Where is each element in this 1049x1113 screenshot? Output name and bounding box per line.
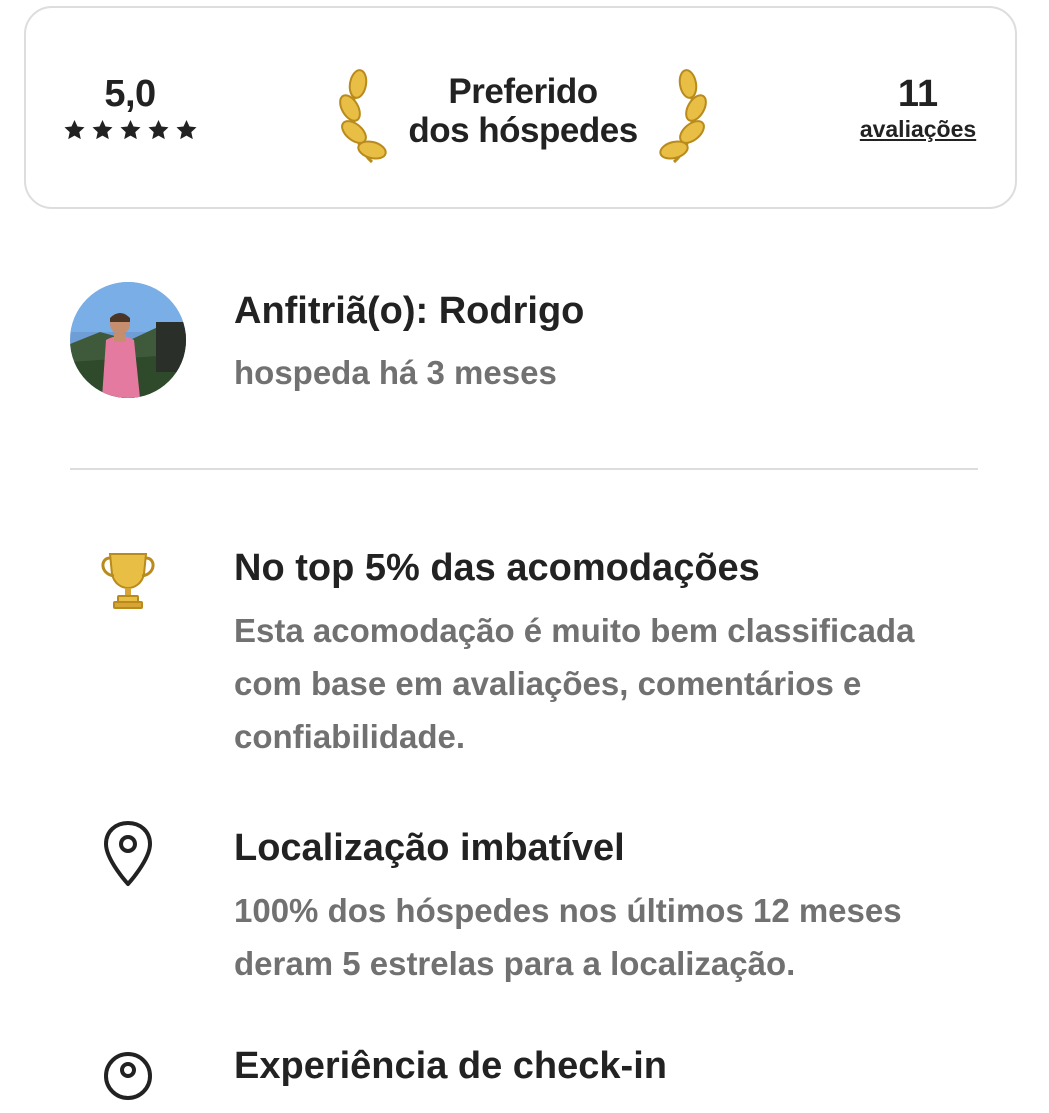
- host-since: hospeda há 3 meses: [234, 354, 557, 391]
- guest-favorite-line1: Preferido: [448, 72, 598, 111]
- star-rating: [60, 118, 200, 142]
- highlight-title: No top 5% das acomodações: [234, 547, 760, 589]
- highlight-top-5: No top 5% das acomodações Esta acomodaçã…: [96, 546, 996, 776]
- host-name: Anfitriã(o): Rodrigo: [234, 290, 585, 332]
- rating-value: 5,0: [104, 73, 156, 115]
- checkin-icon: [96, 1044, 160, 1113]
- highlight-checkin: Experiência de check-in: [96, 1044, 996, 1104]
- star-icon: [62, 118, 87, 142]
- laurel-left-icon: [336, 66, 392, 171]
- reviews-block: 11 avaliações: [846, 74, 990, 143]
- star-icon: [118, 118, 143, 142]
- rating-block: 5,0: [60, 74, 200, 142]
- guest-favorite-card: 5,0 Preferido dos hóspedes 11 avaliações: [24, 6, 1017, 209]
- host-avatar[interactable]: [70, 282, 186, 398]
- highlight-location: Localização imbatível 100% dos hóspedes …: [96, 821, 996, 996]
- guest-favorite-line2: dos hóspedes: [408, 111, 638, 150]
- highlight-title: Experiência de check-in: [234, 1045, 667, 1087]
- highlight-description: 100% dos hóspedes nos últimos 12 meses d…: [234, 892, 902, 982]
- guest-favorite-badge: Preferido dos hóspedes: [336, 66, 710, 166]
- star-icon: [90, 118, 115, 142]
- location-pin-icon: [96, 821, 160, 893]
- highlight-title: Localização imbatível: [234, 827, 625, 869]
- star-icon: [174, 118, 199, 142]
- laurel-right-icon: [654, 66, 710, 171]
- trophy-icon: [96, 546, 160, 615]
- host-section[interactable]: Anfitriã(o): Rodrigo hospeda há 3 meses: [70, 282, 980, 400]
- star-icon: [146, 118, 171, 142]
- divider: [70, 468, 978, 470]
- guest-favorite-label: Preferido dos hóspedes: [394, 72, 652, 150]
- reviews-count: 11: [897, 73, 939, 115]
- highlight-description: Esta acomodação é muito bem classificada…: [234, 612, 915, 755]
- reviews-link[interactable]: avaliações: [860, 116, 976, 143]
